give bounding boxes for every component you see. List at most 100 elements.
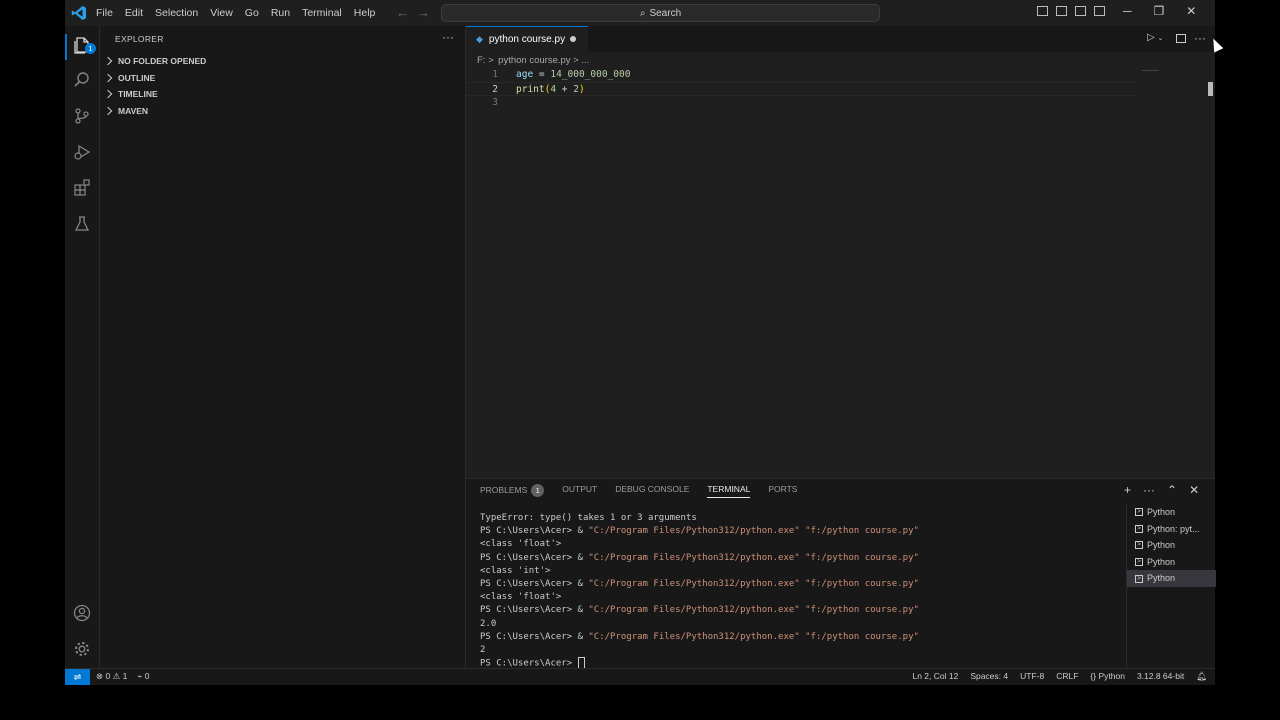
line-number: 3 [492,97,498,108]
split-editor-icon[interactable] [1176,34,1186,43]
more-actions-icon[interactable]: ··· [1143,483,1155,497]
toggle-secondary-sidebar-icon[interactable] [1075,6,1086,16]
forward-arrow-icon[interactable]: → [417,5,438,20]
source-control-icon[interactable] [73,107,91,125]
terminal-line: 2.0 [480,618,497,629]
accounts-icon[interactable] [73,604,91,622]
menu-help[interactable]: Help [348,7,382,19]
terminal-line: PS C:\Users\Acer> & "C:/Program Files/Py… [480,526,919,537]
editor-more-actions-icon[interactable]: ··· [1194,31,1206,45]
terminal-line: PS C:\Users\Acer> & "C:/Program Files/Py… [480,579,919,590]
customize-layout-icon[interactable] [1094,6,1105,16]
menu-go[interactable]: Go [239,7,265,19]
minimize-icon[interactable]: ─ [1123,4,1132,18]
language-mode[interactable]: {} Python [1090,671,1125,682]
close-window-icon[interactable]: ✕ [1186,4,1196,18]
terminal-name: Python: pyt... [1147,523,1200,534]
maximize-panel-icon[interactable]: ⌃ [1167,483,1177,497]
terminal-list-item[interactable]: > Python [1127,554,1216,571]
problems-status[interactable]: ⊗ 0 ⚠ 1 [96,671,127,682]
editor-scrollbar-marker[interactable] [1208,82,1213,96]
chevron-right-icon [103,56,113,66]
terminal-list-item[interactable]: > Python [1127,570,1216,587]
section-outline[interactable]: OUTLINE [103,73,156,83]
vscode-logo-icon [71,6,86,20]
terminal-name: Python [1147,507,1176,517]
terminal-list-item[interactable]: > Python: pyt... [1127,521,1216,538]
terminal-line: PS C:\Users\Acer> & "C:/Program Files/Py… [480,605,919,616]
section-label: MAVEN [118,106,149,116]
play-icon: ▷ [1147,32,1155,43]
layout-controls [1037,6,1105,16]
extensions-icon[interactable] [73,179,91,197]
restore-icon[interactable]: ❐ [1154,4,1165,18]
line-ending[interactable]: CRLF [1056,671,1078,682]
section-no-folder-opened[interactable]: NO FOLDER OPENED [103,56,206,66]
python-interpreter[interactable]: 3.12.8 64-bit [1137,671,1184,682]
encoding[interactable]: UTF-8 [1020,671,1044,682]
terminal-name: Python [1147,540,1176,551]
breadcrumb[interactable]: F: > python course.py > ... [477,55,589,66]
run-debug-icon[interactable] [73,143,91,161]
menu-edit[interactable]: Edit [119,7,149,19]
search-icon: ⌕ [639,7,646,19]
terminal-name: Python [1147,556,1176,567]
terminal-list-item[interactable]: > Python [1127,537,1216,554]
terminal-list: > Python > Python: pyt... > Python > Python > Pyt… [1126,504,1216,669]
manage-gear-icon[interactable] [73,640,91,658]
problems-badge: 1 [531,484,545,497]
tab-python-course[interactable]: ◆ python course.py [466,26,588,52]
terminal-line: PS C:\Users\Acer> & "C:/Program Files/Py… [480,631,919,642]
menu-terminal[interactable]: Terminal [296,7,348,19]
editor-tabs: ◆ python course.py [466,26,1215,52]
terminal-list-item[interactable]: > Python [1127,504,1216,521]
testing-icon[interactable] [73,215,91,233]
chevron-right-icon [103,106,113,116]
section-timeline[interactable]: TIMELINE [103,89,158,99]
new-terminal-icon[interactable]: + [1124,483,1131,497]
activity-bar: 1 [65,26,100,668]
ports-status[interactable]: ⌁ 0 [137,671,149,682]
panel-actions: + ··· ⌃ ✕ [1124,483,1199,497]
minimap[interactable]: ──── [1142,68,1159,74]
panel-tabs: PROBLEMS 1 OUTPUT DEBUG CONSOLE TERMINAL … [480,484,797,498]
unsaved-dot-icon[interactable] [570,36,576,42]
remote-indicator-icon[interactable]: ⇌ [65,669,90,685]
status-bar: ⇌ ⊗ 0 ⚠ 1 ⌁ 0 Ln 2, Col 12 Spaces: 4 UTF… [65,668,1215,685]
sidebar-more-actions-icon[interactable]: ··· [442,30,454,44]
section-maven[interactable]: MAVEN [103,106,149,116]
code-line-current: 2 print(4 + 2) [466,82,1136,96]
bottom-panel: PROBLEMS 1 OUTPUT DEBUG CONSOLE TERMINAL … [466,478,1216,671]
menu-view[interactable]: View [204,7,239,19]
section-label: OUTLINE [118,73,156,83]
explorer-badge: 1 [85,43,96,54]
code-text-line-2: print(4 + 2) [516,84,585,95]
terminal-output[interactable]: TypeError: type() takes 1 or 3 arguments… [480,512,919,671]
command-center-search[interactable]: ⌕ Search [441,4,880,22]
code-editor[interactable]: 1 age = 14_000_000_000 2 print(4 + 2) 3 [466,68,1215,478]
terminal-line: 2 [480,645,486,656]
menu-file[interactable]: File [90,7,119,19]
tab-debug-console[interactable]: DEBUG CONSOLE [615,484,689,498]
python-file-icon: ◆ [476,34,483,44]
notifications-bell-icon[interactable]: 🔔︎ [1196,671,1207,682]
section-label: TIMELINE [118,89,158,99]
tab-ports[interactable]: PORTS [768,484,797,498]
tab-problems[interactable]: PROBLEMS 1 [480,484,545,498]
back-arrow-icon[interactable]: ← [396,5,417,20]
vscode-window: File Edit Selection View Go Run Terminal… [65,0,1224,685]
run-python-file-button[interactable]: ▷ ⌄ [1147,32,1171,48]
search-view-icon[interactable] [73,71,91,89]
toggle-panel-icon[interactable] [1056,6,1067,16]
tab-output[interactable]: OUTPUT [562,484,597,498]
toggle-primary-sidebar-icon[interactable] [1037,6,1048,16]
tab-terminal[interactable]: TERMINAL [707,484,751,498]
menu-selection[interactable]: Selection [149,7,204,19]
terminal-line: TypeError: type() takes 1 or 3 arguments [480,513,697,523]
menu-run[interactable]: Run [265,7,296,19]
close-panel-icon[interactable]: ✕ [1189,483,1199,497]
cursor-position[interactable]: Ln 2, Col 12 [912,671,958,682]
indentation[interactable]: Spaces: 4 [970,671,1008,682]
chevron-down-icon[interactable]: ⌄ [1157,35,1163,42]
active-indicator [65,34,67,60]
